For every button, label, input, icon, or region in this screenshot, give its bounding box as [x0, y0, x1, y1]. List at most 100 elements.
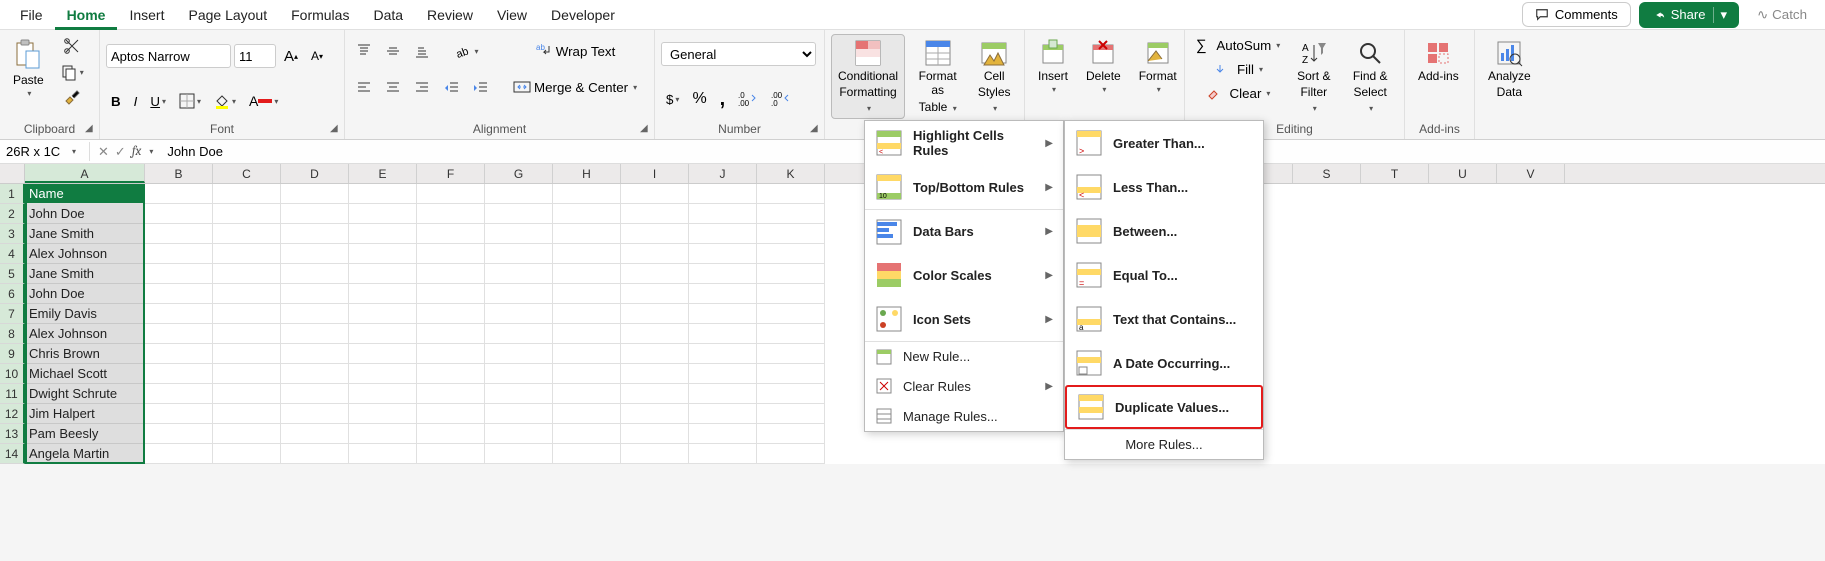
cell[interactable] — [757, 344, 825, 364]
menu-between[interactable]: Between... — [1065, 209, 1263, 253]
cell[interactable] — [145, 284, 213, 304]
cell[interactable] — [621, 304, 689, 324]
cell[interactable]: Jane Smith — [25, 224, 145, 244]
dialog-launcher-icon[interactable]: ◢ — [330, 123, 342, 135]
cell[interactable] — [485, 384, 553, 404]
cell[interactable] — [553, 284, 621, 304]
cell[interactable] — [281, 424, 349, 444]
menu-color-scales[interactable]: Color Scales ▶ — [865, 253, 1063, 297]
chevron-down-icon[interactable]: ▾ — [72, 147, 76, 156]
cell[interactable]: Jane Smith — [25, 264, 145, 284]
cell[interactable] — [349, 324, 417, 344]
cell[interactable] — [689, 224, 757, 244]
cell[interactable] — [417, 404, 485, 424]
row-header[interactable]: 6 — [0, 284, 25, 304]
tab-insert[interactable]: Insert — [117, 0, 176, 30]
cell[interactable] — [485, 404, 553, 424]
cell[interactable] — [689, 324, 757, 344]
underline-button[interactable]: U▾ — [145, 91, 171, 112]
cell[interactable] — [621, 444, 689, 464]
merge-center-button[interactable]: Merge & Center▾ — [508, 75, 642, 99]
tab-review[interactable]: Review — [415, 0, 485, 30]
cell[interactable] — [553, 344, 621, 364]
accounting-format-button[interactable]: $▾ — [661, 89, 684, 110]
font-color-button[interactable]: A▾ — [244, 90, 283, 112]
row-header[interactable]: 8 — [0, 324, 25, 344]
cell[interactable] — [485, 184, 553, 204]
cell[interactable] — [281, 324, 349, 344]
comments-button[interactable]: Comments — [1522, 2, 1631, 27]
column-header[interactable]: C — [213, 164, 281, 183]
row-header[interactable]: 2 — [0, 204, 25, 224]
cell[interactable] — [213, 184, 281, 204]
copy-button[interactable]: ▾ — [55, 60, 89, 84]
align-center-button[interactable] — [380, 76, 406, 98]
row-header[interactable]: 13 — [0, 424, 25, 444]
cell[interactable] — [417, 264, 485, 284]
cell[interactable] — [485, 244, 553, 264]
name-box[interactable] — [0, 142, 70, 161]
cell[interactable] — [689, 204, 757, 224]
cell[interactable] — [757, 384, 825, 404]
cell[interactable]: Emily Davis — [25, 304, 145, 324]
borders-button[interactable]: ▾ — [174, 90, 206, 112]
italic-button[interactable]: I — [129, 91, 143, 112]
cell[interactable] — [213, 444, 281, 464]
cell[interactable] — [621, 324, 689, 344]
cell[interactable] — [213, 244, 281, 264]
orientation-button[interactable]: ab▾ — [439, 40, 494, 64]
paste-button[interactable]: Paste ▾ — [6, 34, 51, 104]
cell[interactable]: Pam Beesly — [25, 424, 145, 444]
cell[interactable] — [145, 244, 213, 264]
tab-view[interactable]: View — [485, 0, 539, 30]
cell[interactable] — [145, 204, 213, 224]
cell[interactable] — [349, 344, 417, 364]
row-header[interactable]: 14 — [0, 444, 25, 464]
cell[interactable] — [349, 384, 417, 404]
cell[interactable] — [553, 384, 621, 404]
cell[interactable] — [485, 344, 553, 364]
column-header[interactable]: T — [1361, 164, 1429, 183]
analyze-data-button[interactable]: Analyze Data — [1481, 34, 1538, 105]
clear-button[interactable]: Clear▾ — [1191, 83, 1285, 104]
cell[interactable] — [281, 264, 349, 284]
row-header[interactable]: 12 — [0, 404, 25, 424]
align-right-button[interactable] — [409, 76, 435, 98]
fill-color-button[interactable]: ▾ — [209, 90, 241, 112]
chevron-down-icon[interactable]: ▾ — [149, 147, 153, 156]
share-button[interactable]: Share ▾ — [1639, 2, 1739, 28]
row-header[interactable]: 5 — [0, 264, 25, 284]
delete-cells-button[interactable]: Delete▾ — [1079, 34, 1128, 100]
align-bottom-button[interactable] — [409, 40, 435, 62]
cell[interactable] — [553, 324, 621, 344]
cell[interactable] — [281, 364, 349, 384]
cell[interactable] — [281, 184, 349, 204]
decrease-indent-button[interactable] — [439, 77, 465, 99]
row-header[interactable]: 1 — [0, 184, 25, 204]
autosum-button[interactable]: ∑ AutoSum▾ — [1191, 34, 1285, 57]
conditional-formatting-button[interactable]: Conditional Formatting ▾ — [831, 34, 905, 119]
cell[interactable] — [757, 264, 825, 284]
column-header[interactable]: K — [757, 164, 825, 183]
cell[interactable] — [417, 364, 485, 384]
cell[interactable] — [757, 284, 825, 304]
cell[interactable] — [621, 244, 689, 264]
dialog-launcher-icon[interactable]: ◢ — [810, 123, 822, 135]
format-cells-button[interactable]: Format▾ — [1132, 34, 1184, 100]
menu-manage-rules[interactable]: Manage Rules... — [865, 401, 1063, 431]
cell[interactable] — [485, 304, 553, 324]
cell[interactable] — [349, 244, 417, 264]
cell[interactable] — [213, 224, 281, 244]
cell[interactable] — [553, 264, 621, 284]
cell[interactable] — [689, 344, 757, 364]
menu-date-occurring[interactable]: A Date Occurring... — [1065, 341, 1263, 385]
menu-duplicate-values[interactable]: Duplicate Values... — [1065, 385, 1263, 429]
cell[interactable] — [553, 444, 621, 464]
cell[interactable] — [213, 204, 281, 224]
cell[interactable] — [213, 284, 281, 304]
cell[interactable] — [145, 384, 213, 404]
cell[interactable] — [621, 284, 689, 304]
tab-page-layout[interactable]: Page Layout — [176, 0, 279, 30]
cell[interactable]: John Doe — [25, 284, 145, 304]
cell[interactable]: Name — [25, 184, 145, 204]
